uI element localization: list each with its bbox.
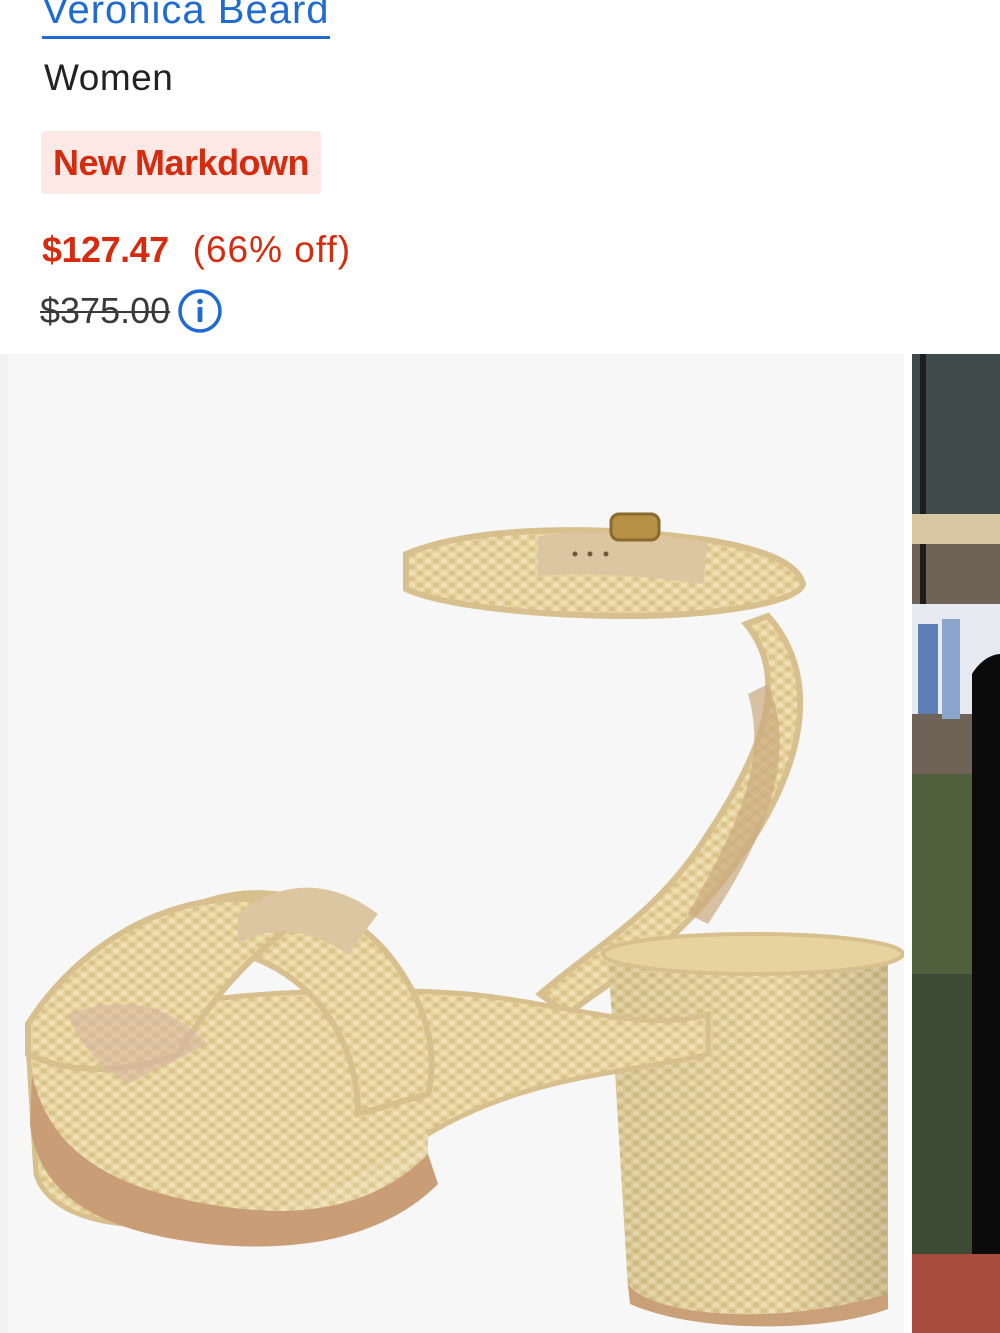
price-row: $127.47 (66% off) — [42, 226, 351, 274]
info-icon[interactable] — [176, 287, 224, 335]
markdown-badge: New Markdown — [41, 131, 322, 194]
next-product-image[interactable] — [912, 354, 1000, 1333]
original-price-row: $375.00 — [40, 286, 224, 336]
product-category: Women — [44, 57, 174, 98]
previous-image-edge — [0, 354, 8, 1333]
product-image[interactable] — [8, 354, 905, 1333]
product-image-gallery[interactable] — [0, 354, 1000, 1333]
discount-percent: (66% off) — [192, 229, 352, 270]
original-price: $375.00 — [40, 290, 171, 331]
sale-price: $127.47 — [42, 229, 169, 270]
brand-link[interactable]: Veronica Beard — [42, 0, 330, 39]
